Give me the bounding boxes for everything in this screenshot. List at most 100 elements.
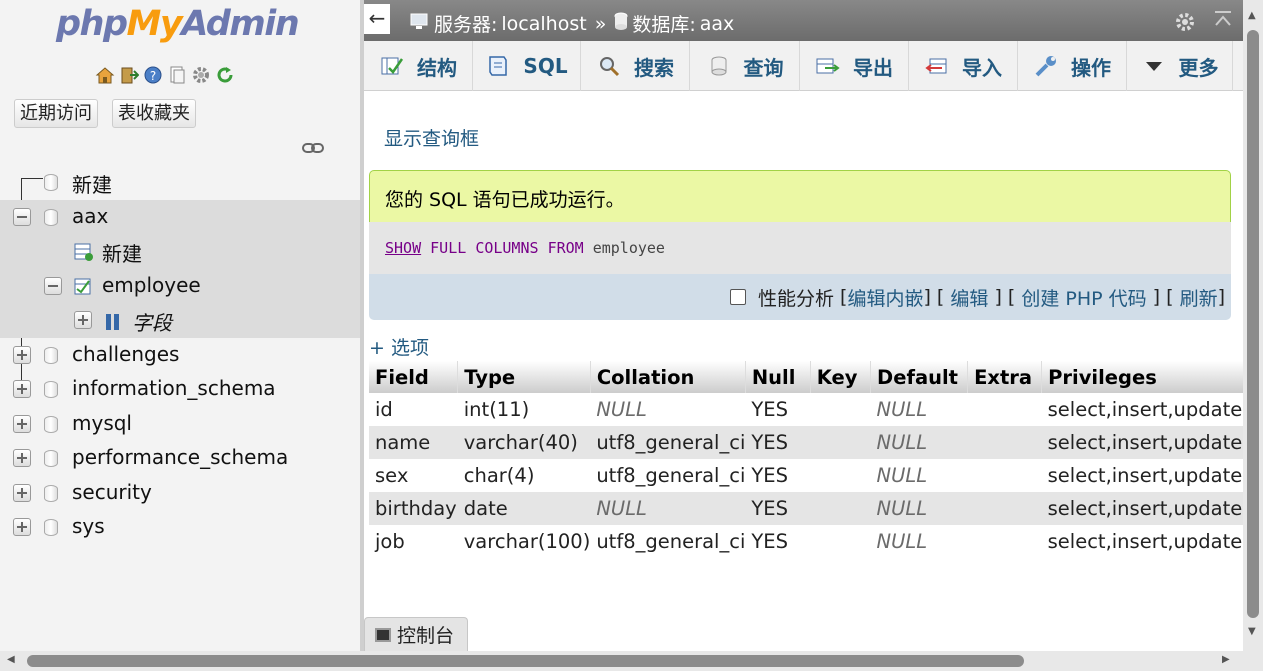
column-header[interactable]: Collation (590, 361, 746, 393)
expand-icon[interactable] (13, 380, 31, 398)
create-php-code-link[interactable]: 创建 PHP 代码 (1021, 284, 1146, 311)
reload-icon[interactable] (214, 64, 235, 85)
server-label: 服务器: (434, 14, 498, 36)
help-icon[interactable]: ? (142, 64, 163, 85)
tree-item-db[interactable]: security (0, 476, 360, 511)
collapse-top-icon[interactable] (1213, 9, 1233, 34)
docs-icon[interactable] (166, 64, 187, 85)
expand-icon[interactable] (13, 483, 31, 502)
back-button[interactable]: ← (364, 4, 390, 34)
table-header-row: Field Type Collation Null Key Default Ex… (369, 361, 1243, 393)
expand-icon[interactable] (13, 414, 31, 433)
export-icon (815, 54, 841, 78)
tree-item-columns[interactable]: 字段 (0, 303, 360, 338)
phpmyadmin-logo[interactable]: phpMyAdmin (56, 4, 300, 44)
vertical-scrollbar[interactable]: ▲ ▼ (1243, 0, 1263, 651)
sql-keyword: FULL (430, 239, 467, 257)
tab-structure[interactable]: 结构 (364, 41, 473, 91)
settings-icon[interactable] (190, 64, 211, 85)
database-link[interactable]: aax (700, 13, 735, 35)
scroll-down-icon[interactable]: ▼ (1248, 626, 1256, 637)
edit-inline-link[interactable]: 编辑内嵌 (847, 284, 923, 311)
gear-icon[interactable] (1174, 11, 1196, 37)
structure-icon (379, 54, 405, 78)
tree-item-db[interactable]: information_schema (0, 372, 360, 407)
favorites-tab-button[interactable]: 表收藏夹 (112, 99, 196, 128)
cell-null: YES (745, 426, 811, 459)
tree-item-db[interactable]: mysql (0, 407, 360, 442)
more-icon (1141, 54, 1167, 78)
cell-field: name (369, 426, 458, 459)
expand-icon[interactable] (13, 449, 31, 467)
database-icon (44, 484, 58, 502)
logout-icon[interactable] (118, 64, 139, 85)
scroll-left-icon[interactable]: ◀ (7, 654, 15, 665)
column-header[interactable]: Type (457, 361, 591, 393)
column-header[interactable]: Key (810, 361, 872, 393)
tab-operations[interactable]: 操作 (1018, 41, 1127, 91)
scroll-up-icon[interactable]: ▲ (1248, 10, 1256, 21)
operations-icon (1033, 54, 1059, 78)
sql-actions-bar: 性能分析 [编辑内嵌] [ 编辑 ] [ 创建 PHP 代码 ] [ 刷新] (369, 274, 1231, 320)
tab-search[interactable]: 搜索 (581, 41, 690, 91)
tab-export[interactable]: 导出 (800, 41, 909, 91)
tree-item-db[interactable]: challenges (0, 338, 360, 373)
vertical-scroll-thumb[interactable] (1247, 30, 1259, 618)
horizontal-scroll-thumb[interactable] (27, 655, 1024, 667)
database-icon (44, 519, 58, 536)
cell-extra (968, 525, 1042, 558)
tree-item-aax-new[interactable]: 新建 (0, 234, 360, 269)
nav-icon-bar: ? (94, 64, 235, 85)
collapse-icon[interactable] (44, 276, 62, 295)
profiling-checkbox[interactable] (730, 289, 747, 305)
tab-query[interactable]: 查询 (690, 41, 800, 91)
options-link[interactable]: + 选项 (369, 333, 429, 360)
column-header[interactable]: Privileges (1041, 361, 1243, 393)
refresh-link[interactable]: 刷新 (1180, 284, 1218, 311)
cell-key (810, 426, 871, 459)
sql-table-name: employee (592, 239, 665, 257)
collapse-icon[interactable] (13, 207, 31, 226)
server-link[interactable]: localhost (501, 13, 586, 35)
column-header[interactable]: Default (870, 361, 969, 393)
cell-default: NULL (876, 530, 928, 553)
search-icon (596, 54, 622, 78)
column-header[interactable]: Extra (967, 361, 1043, 393)
horizontal-scrollbar[interactable]: ◀ ▶ (0, 651, 1263, 671)
database-icon (44, 208, 58, 226)
tree-item-aax[interactable]: aax (0, 199, 360, 234)
cell-default: NULL (870, 492, 968, 525)
tree-item-db[interactable]: sys (0, 510, 360, 545)
server-icon (410, 12, 430, 35)
cell-extra (968, 393, 1042, 426)
expand-icon[interactable] (74, 311, 92, 329)
sql-keyword-link[interactable]: SHOW (385, 239, 421, 257)
tab-import[interactable]: 导入 (909, 41, 1018, 91)
cell-type: date (457, 492, 591, 525)
tab-sql[interactable]: SQL (473, 41, 581, 91)
cell-field: job (375, 530, 405, 553)
show-query-box-link[interactable]: 显示查询框 (384, 124, 479, 151)
breadcrumb-separator: » (594, 12, 607, 35)
database-icon (44, 415, 58, 433)
home-icon[interactable] (94, 64, 115, 85)
tab-more[interactable]: 更多 (1127, 41, 1233, 91)
edit-link[interactable]: 编辑 (950, 284, 988, 311)
scroll-right-icon[interactable]: ▶ (1222, 654, 1230, 665)
recent-tab-button[interactable]: 近期访问 (14, 99, 98, 128)
expand-icon[interactable] (13, 345, 31, 364)
cell-collation: NULL (590, 492, 746, 525)
column-header[interactable]: Field (369, 361, 459, 393)
link-icon[interactable] (302, 140, 324, 159)
table-row: id int(11) NULL YES NULL select,insert,u… (369, 393, 1243, 426)
tree-item-db[interactable]: performance_schema (0, 441, 360, 476)
table-row: sex char(4) utf8_general_ci YES NULL sel… (369, 459, 1243, 492)
expand-icon[interactable] (13, 518, 31, 536)
cell-default: NULL (876, 464, 928, 487)
column-header[interactable]: Null (745, 361, 811, 393)
console-tab[interactable]: 控制台 (364, 617, 468, 651)
tree-item-employee[interactable]: employee (0, 268, 360, 303)
cell-key (810, 525, 870, 558)
cell-type: int(11) (463, 398, 530, 421)
tree-item-new[interactable]: 新建 (0, 165, 360, 200)
